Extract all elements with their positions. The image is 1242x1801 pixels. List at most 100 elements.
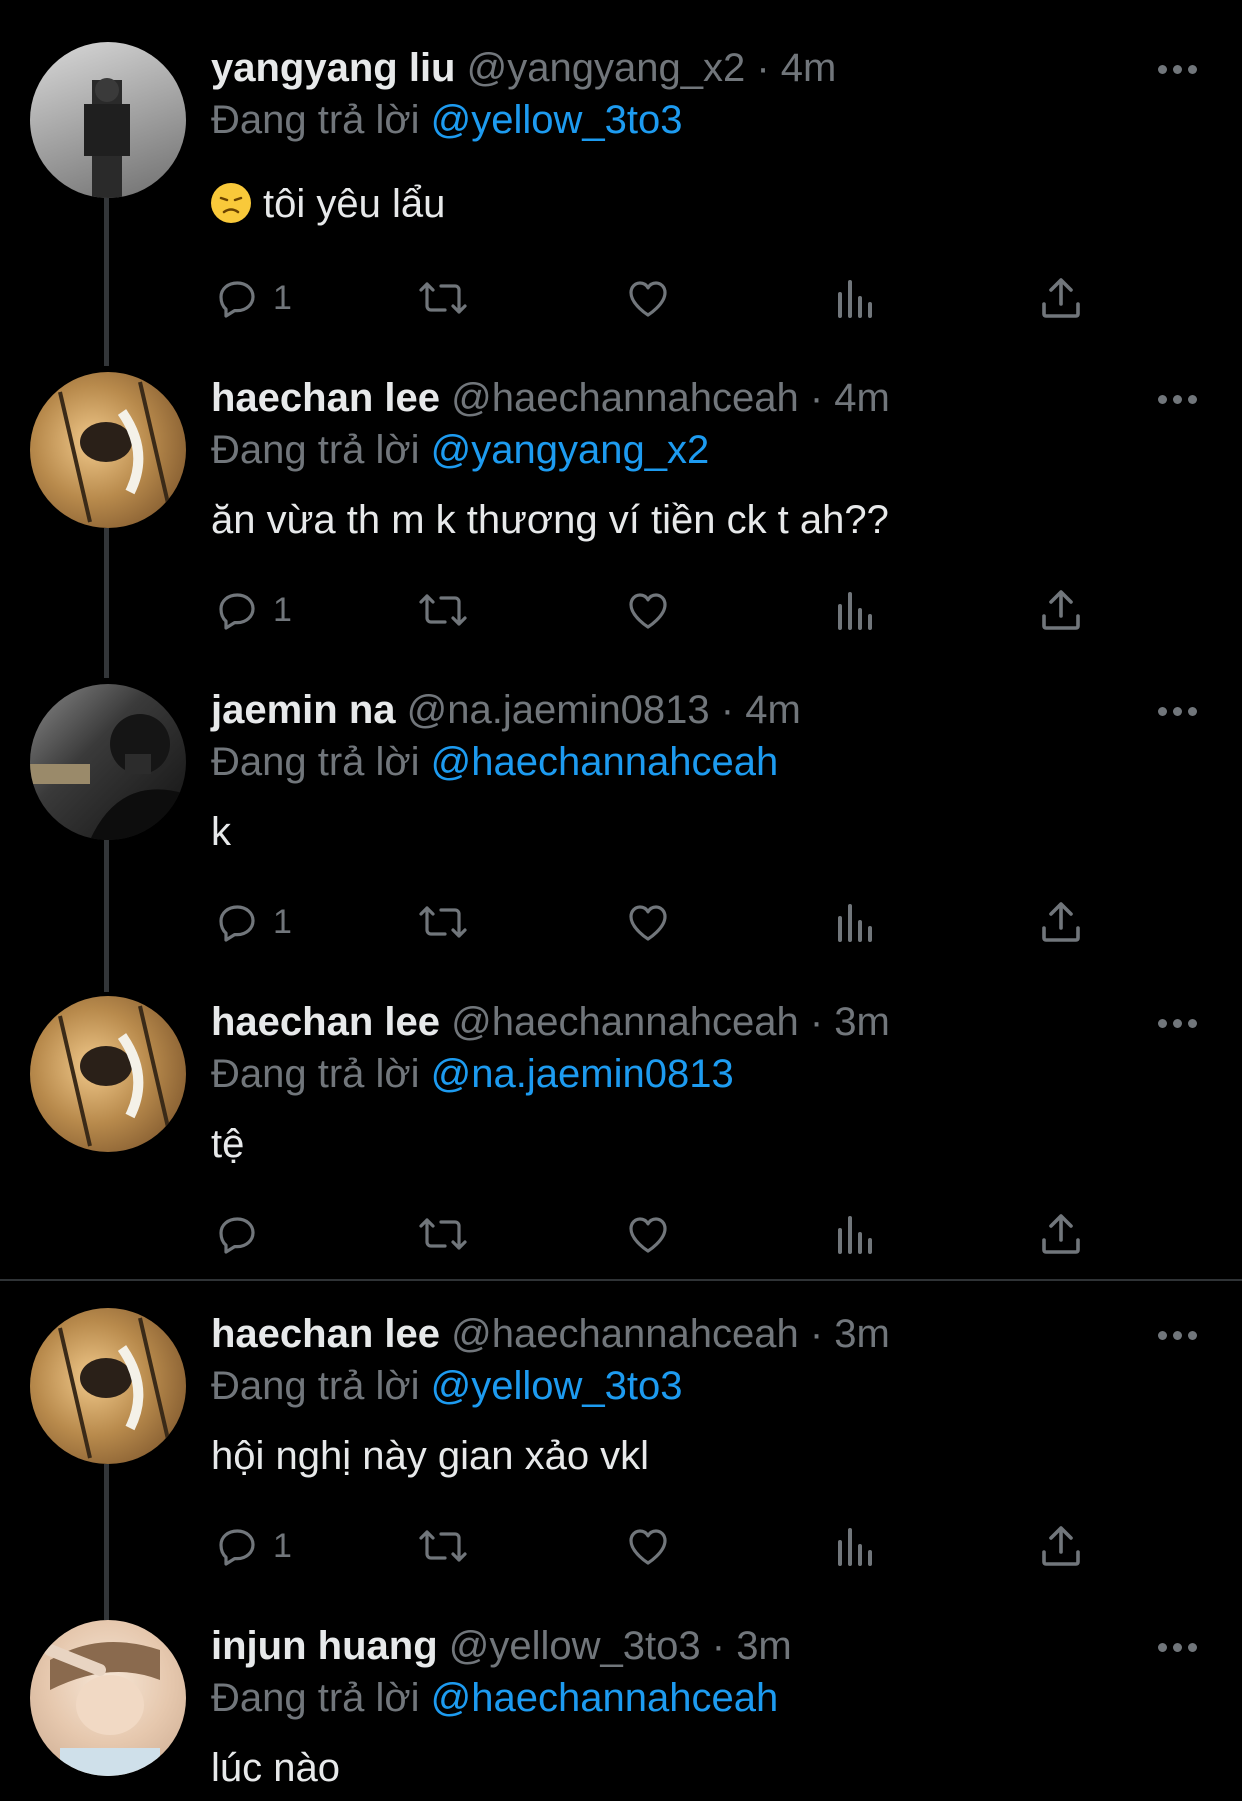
heart-icon — [629, 1529, 667, 1565]
reply-icon — [219, 1529, 255, 1566]
more-options-icon[interactable] — [1158, 392, 1200, 406]
avatar[interactable] — [30, 684, 186, 840]
reply-button[interactable] — [213, 1206, 273, 1262]
user-handle[interactable]: @yellow_3to3 — [449, 1624, 701, 1668]
reply-icon — [219, 281, 255, 318]
reply-count: 1 — [273, 1526, 292, 1565]
display-name[interactable]: haechan lee — [211, 1000, 440, 1044]
reply-mention[interactable]: @yellow_3to3 — [431, 1364, 683, 1408]
tweet-text: lúc nào — [211, 1746, 340, 1790]
reply-mention[interactable]: @haechannahceah — [431, 740, 779, 784]
like-button[interactable] — [624, 894, 672, 950]
share-button[interactable] — [1038, 1518, 1084, 1574]
avatar[interactable] — [30, 1308, 186, 1464]
heart-icon — [629, 593, 667, 629]
user-handle[interactable]: @haechannahceah — [451, 376, 799, 420]
heart-icon — [629, 905, 667, 941]
user-handle[interactable]: @yangyang_x2 — [467, 46, 746, 90]
like-button[interactable] — [624, 270, 672, 326]
share-button[interactable] — [1038, 582, 1084, 638]
replying-label: Đang trả lời — [211, 98, 420, 142]
tweet-text: hội nghị này gian xảo vkl — [211, 1434, 650, 1478]
views-button[interactable] — [834, 1206, 878, 1262]
avatar[interactable] — [30, 1620, 186, 1776]
user-handle[interactable]: @haechannahceah — [451, 1000, 799, 1044]
analytics-icon — [838, 904, 872, 942]
disappointed-face-emoji-icon — [211, 183, 251, 223]
views-button[interactable] — [834, 1518, 878, 1574]
like-button[interactable] — [624, 1518, 672, 1574]
retweet-button[interactable] — [417, 1206, 469, 1262]
timestamp[interactable]: 3m — [736, 1624, 792, 1668]
share-icon — [1042, 902, 1080, 942]
avatar[interactable] — [30, 372, 186, 528]
retweet-button[interactable] — [417, 270, 469, 326]
more-options-icon[interactable] — [1158, 1328, 1200, 1342]
avatar[interactable] — [30, 42, 186, 198]
analytics-icon — [838, 1528, 872, 1566]
user-handle[interactable]: @haechannahceah — [451, 1312, 799, 1356]
reply-count: 1 — [273, 278, 292, 317]
tweet-text: tôi yêu lẩu — [211, 180, 445, 228]
analytics-icon — [838, 1216, 872, 1254]
tweet-text-content: tôi yêu lẩu — [263, 182, 446, 226]
timestamp[interactable]: 3m — [834, 1312, 890, 1356]
timestamp[interactable]: 4m — [834, 376, 890, 420]
replying-label: Đang trả lời — [211, 1052, 420, 1096]
reply-mention[interactable]: @yangyang_x2 — [431, 428, 710, 472]
more-options-icon[interactable] — [1158, 1016, 1200, 1030]
share-button[interactable] — [1038, 894, 1084, 950]
retweet-button[interactable] — [417, 1518, 469, 1574]
divider — [0, 1279, 1242, 1281]
reply-button[interactable]: 1 — [213, 1518, 292, 1574]
replying-label: Đang trả lời — [211, 428, 420, 472]
separator-dot: · — [711, 1624, 726, 1668]
separator-dot: · — [720, 688, 735, 732]
reply-mention[interactable]: @na.jaemin0813 — [431, 1052, 734, 1096]
like-button[interactable] — [624, 582, 672, 638]
retweet-icon — [419, 594, 467, 626]
timestamp[interactable]: 4m — [781, 46, 837, 90]
views-button[interactable] — [834, 270, 878, 326]
share-button[interactable] — [1038, 1206, 1084, 1262]
views-button[interactable] — [834, 582, 878, 638]
timestamp[interactable]: 4m — [745, 688, 801, 732]
display-name[interactable]: yangyang liu — [211, 46, 456, 90]
reply-button[interactable]: 1 — [213, 270, 292, 326]
reply-mention[interactable]: @haechannahceah — [431, 1676, 779, 1720]
display-name[interactable]: haechan lee — [211, 376, 440, 420]
reply-icon — [219, 905, 255, 942]
tweet-text: ăn vừa th m k thương ví tiền ck t ah?? — [211, 498, 889, 542]
share-button[interactable] — [1038, 270, 1084, 326]
reply-count: 1 — [273, 902, 292, 941]
replying-label: Đang trả lời — [211, 740, 420, 784]
reply-count: 1 — [273, 590, 292, 629]
timestamp[interactable]: 3m — [834, 1000, 890, 1044]
retweet-icon — [419, 1530, 467, 1562]
separator-dot: · — [756, 46, 770, 90]
reply-button[interactable]: 1 — [213, 582, 292, 638]
like-button[interactable] — [624, 1206, 672, 1262]
reply-mention[interactable]: @yellow_3to3 — [431, 98, 683, 142]
retweet-button[interactable] — [417, 582, 469, 638]
reply-icon — [219, 1217, 255, 1254]
user-handle[interactable]: @na.jaemin0813 — [407, 688, 710, 732]
views-button[interactable] — [834, 894, 878, 950]
retweet-button[interactable] — [417, 894, 469, 950]
display-name[interactable]: jaemin na — [211, 688, 396, 732]
heart-icon — [629, 281, 667, 317]
share-icon — [1042, 590, 1080, 630]
reply-button[interactable]: 1 — [213, 894, 292, 950]
heart-icon — [629, 1217, 667, 1253]
more-options-icon[interactable] — [1158, 1640, 1200, 1654]
retweet-icon — [419, 906, 467, 938]
tweet-text: tệ — [211, 1122, 245, 1166]
separator-dot: · — [809, 1312, 824, 1356]
display-name[interactable]: haechan lee — [211, 1312, 440, 1356]
avatar[interactable] — [30, 996, 186, 1152]
separator-dot: · — [809, 1000, 824, 1044]
more-options-icon[interactable] — [1158, 704, 1200, 718]
reply-icon — [219, 593, 255, 630]
display-name[interactable]: injun huang — [211, 1624, 438, 1668]
more-options-icon[interactable] — [1158, 62, 1200, 76]
